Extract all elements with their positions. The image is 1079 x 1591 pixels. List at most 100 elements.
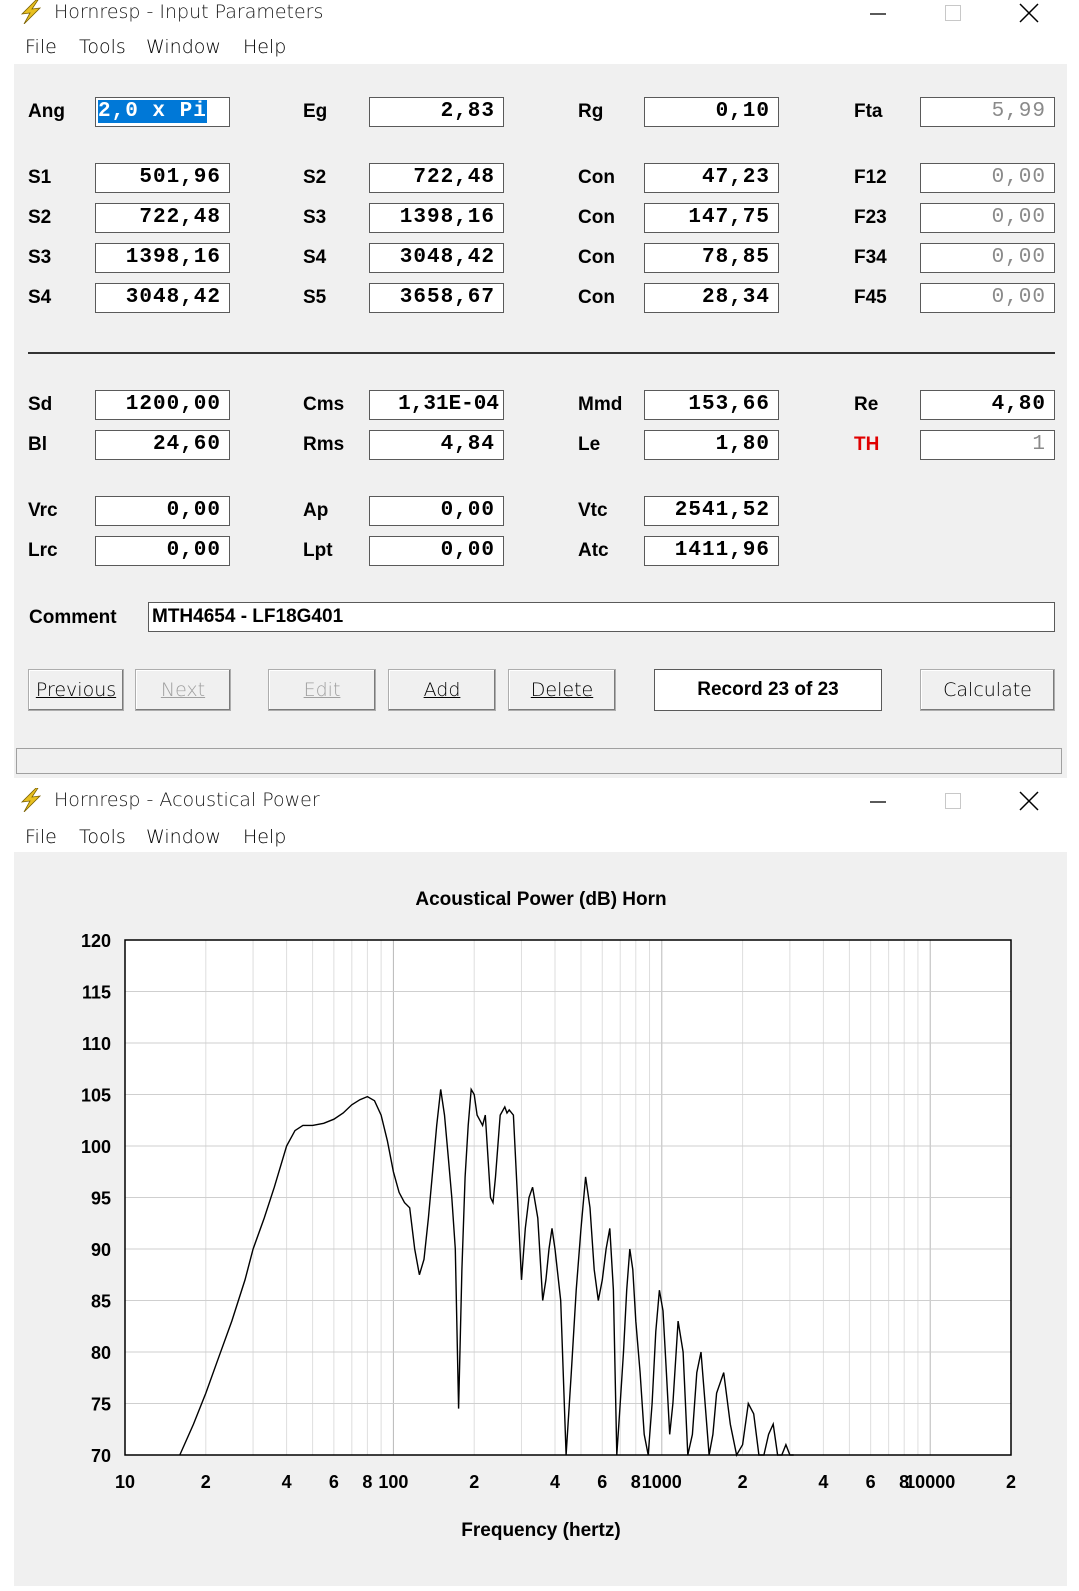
x-tick-label: 4 (282, 1472, 292, 1492)
lpt-field[interactable]: 0,00 (369, 536, 504, 566)
s4-field[interactable]: 3048,42 (95, 283, 230, 313)
y-tick-label: 110 (82, 1034, 111, 1054)
eg-field[interactable]: 2,83 (369, 97, 504, 127)
x-tick-label: 1000 (642, 1472, 682, 1492)
menu-help[interactable]: Help (243, 36, 286, 58)
s3-field[interactable]: 1398,16 (95, 243, 230, 273)
close-button[interactable] (1006, 0, 1052, 26)
fta-field: 5,99 (920, 97, 1055, 127)
y-tick-label: 90 (91, 1240, 111, 1260)
delete-button[interactable]: Delete (508, 669, 616, 711)
y-tick-label: 115 (82, 983, 111, 1003)
s5-field[interactable]: 3658,67 (369, 283, 504, 313)
mmd-field[interactable]: 153,66 (644, 390, 779, 420)
menu-window[interactable]: Window (146, 826, 221, 848)
con-field[interactable]: 78,85 (644, 243, 779, 273)
le-field[interactable]: 1,80 (644, 430, 779, 460)
con-field[interactable]: 147,75 (644, 203, 779, 233)
label-f34: F34 (854, 247, 887, 268)
y-tick-label: 85 (91, 1292, 111, 1312)
bl-field[interactable]: 24,60 (95, 430, 230, 460)
x-tick-label: 10000 (905, 1472, 955, 1492)
label-con: Con (578, 167, 615, 188)
x-tick-label: 8 (362, 1472, 372, 1492)
input-window-menubar: File Tools Window Help (0, 30, 1079, 64)
s1-field[interactable]: 501,96 (95, 163, 230, 193)
label-atc: Atc (578, 540, 609, 561)
x-tick-label: 8 (631, 1472, 641, 1492)
x-tick-label: 2 (201, 1472, 211, 1492)
label-f23: F23 (854, 207, 887, 228)
re-field[interactable]: 4,80 (920, 390, 1055, 420)
menu-window[interactable]: Window (146, 36, 221, 58)
label-cms: Cms (303, 394, 345, 415)
rms-field[interactable]: 4,84 (369, 430, 504, 460)
lightning-icon (20, 0, 42, 24)
edit-button[interactable]: Edit (268, 669, 376, 711)
acoustical-power-chart: 70 75 80 85 90 95 100 105 110 115 120 10 2 4 6 8 100 2 4 6 8… (81, 889, 1016, 1541)
label-s3: S3 (303, 207, 327, 228)
label-vtc: Vtc (578, 500, 608, 521)
y-tick-label: 70 (91, 1446, 111, 1466)
close-button[interactable] (1006, 788, 1052, 814)
menu-help[interactable]: Help (243, 826, 286, 848)
s3-field[interactable]: 1398,16 (369, 203, 504, 233)
add-button[interactable]: Add (388, 669, 496, 711)
minimize-button[interactable] (855, 0, 901, 26)
sd-field[interactable]: 1200,00 (95, 390, 230, 420)
label-re: Re (854, 394, 879, 415)
maximize-icon (945, 5, 961, 21)
label-eg: Eg (303, 101, 328, 122)
maximize-button[interactable] (930, 788, 976, 814)
ap-field[interactable]: 0,00 (369, 496, 504, 526)
vrc-field[interactable]: 0,00 (95, 496, 230, 526)
minimize-icon (870, 13, 886, 15)
menu-file[interactable]: File (25, 826, 57, 848)
minimize-button[interactable] (855, 788, 901, 814)
y-tick-label: 100 (81, 1137, 111, 1157)
menu-tools[interactable]: Tools (79, 36, 126, 58)
calculate-button[interactable]: Calculate (920, 669, 1055, 711)
vtc-field[interactable]: 2541,52 (644, 496, 779, 526)
close-icon (1019, 791, 1039, 811)
previous-button[interactable]: Previous (28, 669, 124, 711)
comment-field[interactable]: MTH4654 - LF18G401 (148, 602, 1055, 632)
atc-field[interactable]: 1411,96 (644, 536, 779, 566)
chart-title: Acoustical Power (dB) Horn (415, 889, 666, 910)
window-title: Hornresp - Input Parameters (54, 1, 324, 23)
label-ang: Ang (28, 101, 65, 122)
con-field[interactable]: 28,34 (644, 283, 779, 313)
next-button[interactable]: Next (135, 669, 231, 711)
label-s2: S2 (303, 167, 327, 188)
x-tick-label: 2 (738, 1472, 748, 1492)
label-ap: Ap (303, 500, 329, 521)
label-fta: Fta (854, 101, 883, 122)
ang-field[interactable]: 2,0 x Pi (95, 97, 230, 127)
y-tick-label: 105 (81, 1086, 111, 1106)
f23-field: 0,00 (920, 203, 1055, 233)
label-s3: S3 (28, 247, 52, 268)
s4-field[interactable]: 3048,42 (369, 243, 504, 273)
s2-field[interactable]: 722,48 (369, 163, 504, 193)
s2-field[interactable]: 722,48 (95, 203, 230, 233)
label-f12: F12 (854, 167, 887, 188)
th-field: 1 (920, 430, 1055, 460)
rg-field[interactable]: 0,10 (644, 97, 779, 127)
power-window-titlebar: Hornresp - Acoustical Power (0, 788, 1079, 816)
label-comment: Comment (29, 607, 117, 628)
f12-field: 0,00 (920, 163, 1055, 193)
menu-tools[interactable]: Tools (79, 826, 126, 848)
section-divider (28, 352, 1055, 354)
label-mmd: Mmd (578, 394, 623, 415)
power-window-menubar: File Tools Window Help (0, 820, 1079, 854)
maximize-button[interactable] (930, 0, 976, 26)
cms-field[interactable]: 1,31E-04 (369, 390, 504, 420)
x-tick-label: 6 (597, 1472, 607, 1492)
lrc-field[interactable]: 0,00 (95, 536, 230, 566)
menu-file[interactable]: File (25, 36, 57, 58)
con-field[interactable]: 47,23 (644, 163, 779, 193)
label-con: Con (578, 287, 615, 308)
label-vrc: Vrc (28, 500, 58, 521)
label-lrc: Lrc (28, 540, 58, 561)
x-tick-label: 6 (866, 1472, 876, 1492)
